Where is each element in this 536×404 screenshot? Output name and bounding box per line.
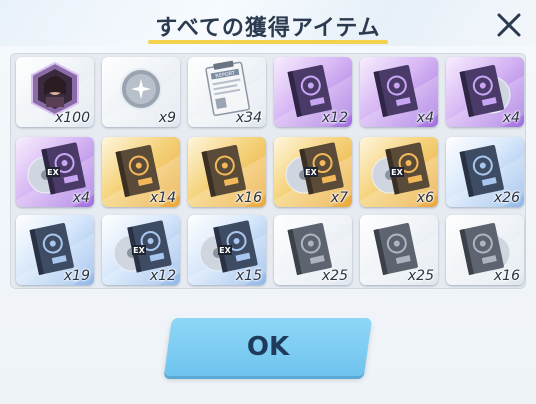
items-grid: x100 x9 REPORT x34 x12 x4 x4 EX x4 x14 x… xyxy=(16,57,524,285)
item-count: x12 xyxy=(321,110,348,126)
ok-button[interactable] xyxy=(163,318,373,376)
item-count: x7 xyxy=(330,190,348,206)
item-count: x16 xyxy=(235,190,262,206)
dialog-title: すべての獲得アイテム xyxy=(155,16,381,41)
item-slot[interactable]: x26 xyxy=(446,137,524,207)
svg-text:EX: EX xyxy=(47,168,59,177)
item-count: x4 xyxy=(416,110,434,126)
svg-text:EX: EX xyxy=(391,168,403,177)
item-slot[interactable]: x14 xyxy=(102,137,180,207)
item-slot[interactable]: EX x6 xyxy=(360,137,438,207)
item-slot[interactable]: x12 xyxy=(274,57,352,127)
item-slot[interactable]: x4 xyxy=(360,57,438,127)
close-button[interactable] xyxy=(492,8,526,42)
rewards-dialog: すべての獲得アイテム x100 x9 REPORT x34 x12 x4 x4 … xyxy=(0,0,536,404)
item-count: x19 xyxy=(63,268,90,284)
item-slot[interactable]: x9 xyxy=(102,57,180,127)
item-slot[interactable]: EX x15 xyxy=(188,215,266,285)
item-slot[interactable]: x25 xyxy=(274,215,352,285)
item-count: x9 xyxy=(158,110,176,126)
close-icon xyxy=(497,13,521,37)
item-count: x100 xyxy=(54,110,90,126)
title-underline xyxy=(148,40,388,44)
svg-text:EX: EX xyxy=(305,168,317,177)
item-count: x6 xyxy=(416,190,434,206)
item-slot[interactable]: x19 xyxy=(16,215,94,285)
item-count: x4 xyxy=(502,110,520,126)
item-slot[interactable]: x16 xyxy=(188,137,266,207)
svg-text:EX: EX xyxy=(133,246,145,255)
item-slot[interactable]: EX x12 xyxy=(102,215,180,285)
item-count: x15 xyxy=(235,268,262,284)
item-slot[interactable]: EX x4 xyxy=(16,137,94,207)
item-slot[interactable]: REPORT x34 xyxy=(188,57,266,127)
item-slot[interactable]: x100 xyxy=(16,57,94,127)
item-count: x16 xyxy=(493,268,520,284)
item-count: x14 xyxy=(149,190,176,206)
item-count: x25 xyxy=(407,268,434,284)
item-count: x25 xyxy=(321,268,348,284)
item-count: x34 xyxy=(235,110,262,126)
item-slot[interactable]: EX x7 xyxy=(274,137,352,207)
item-slot[interactable]: x16 xyxy=(446,215,524,285)
item-slot[interactable]: x25 xyxy=(360,215,438,285)
item-count: x26 xyxy=(493,190,520,206)
item-slot[interactable]: x4 xyxy=(446,57,524,127)
dialog-header: すべての獲得アイテム xyxy=(0,0,536,46)
item-count: x4 xyxy=(72,190,90,206)
svg-text:EX: EX xyxy=(219,246,231,255)
item-count: x12 xyxy=(149,268,176,284)
